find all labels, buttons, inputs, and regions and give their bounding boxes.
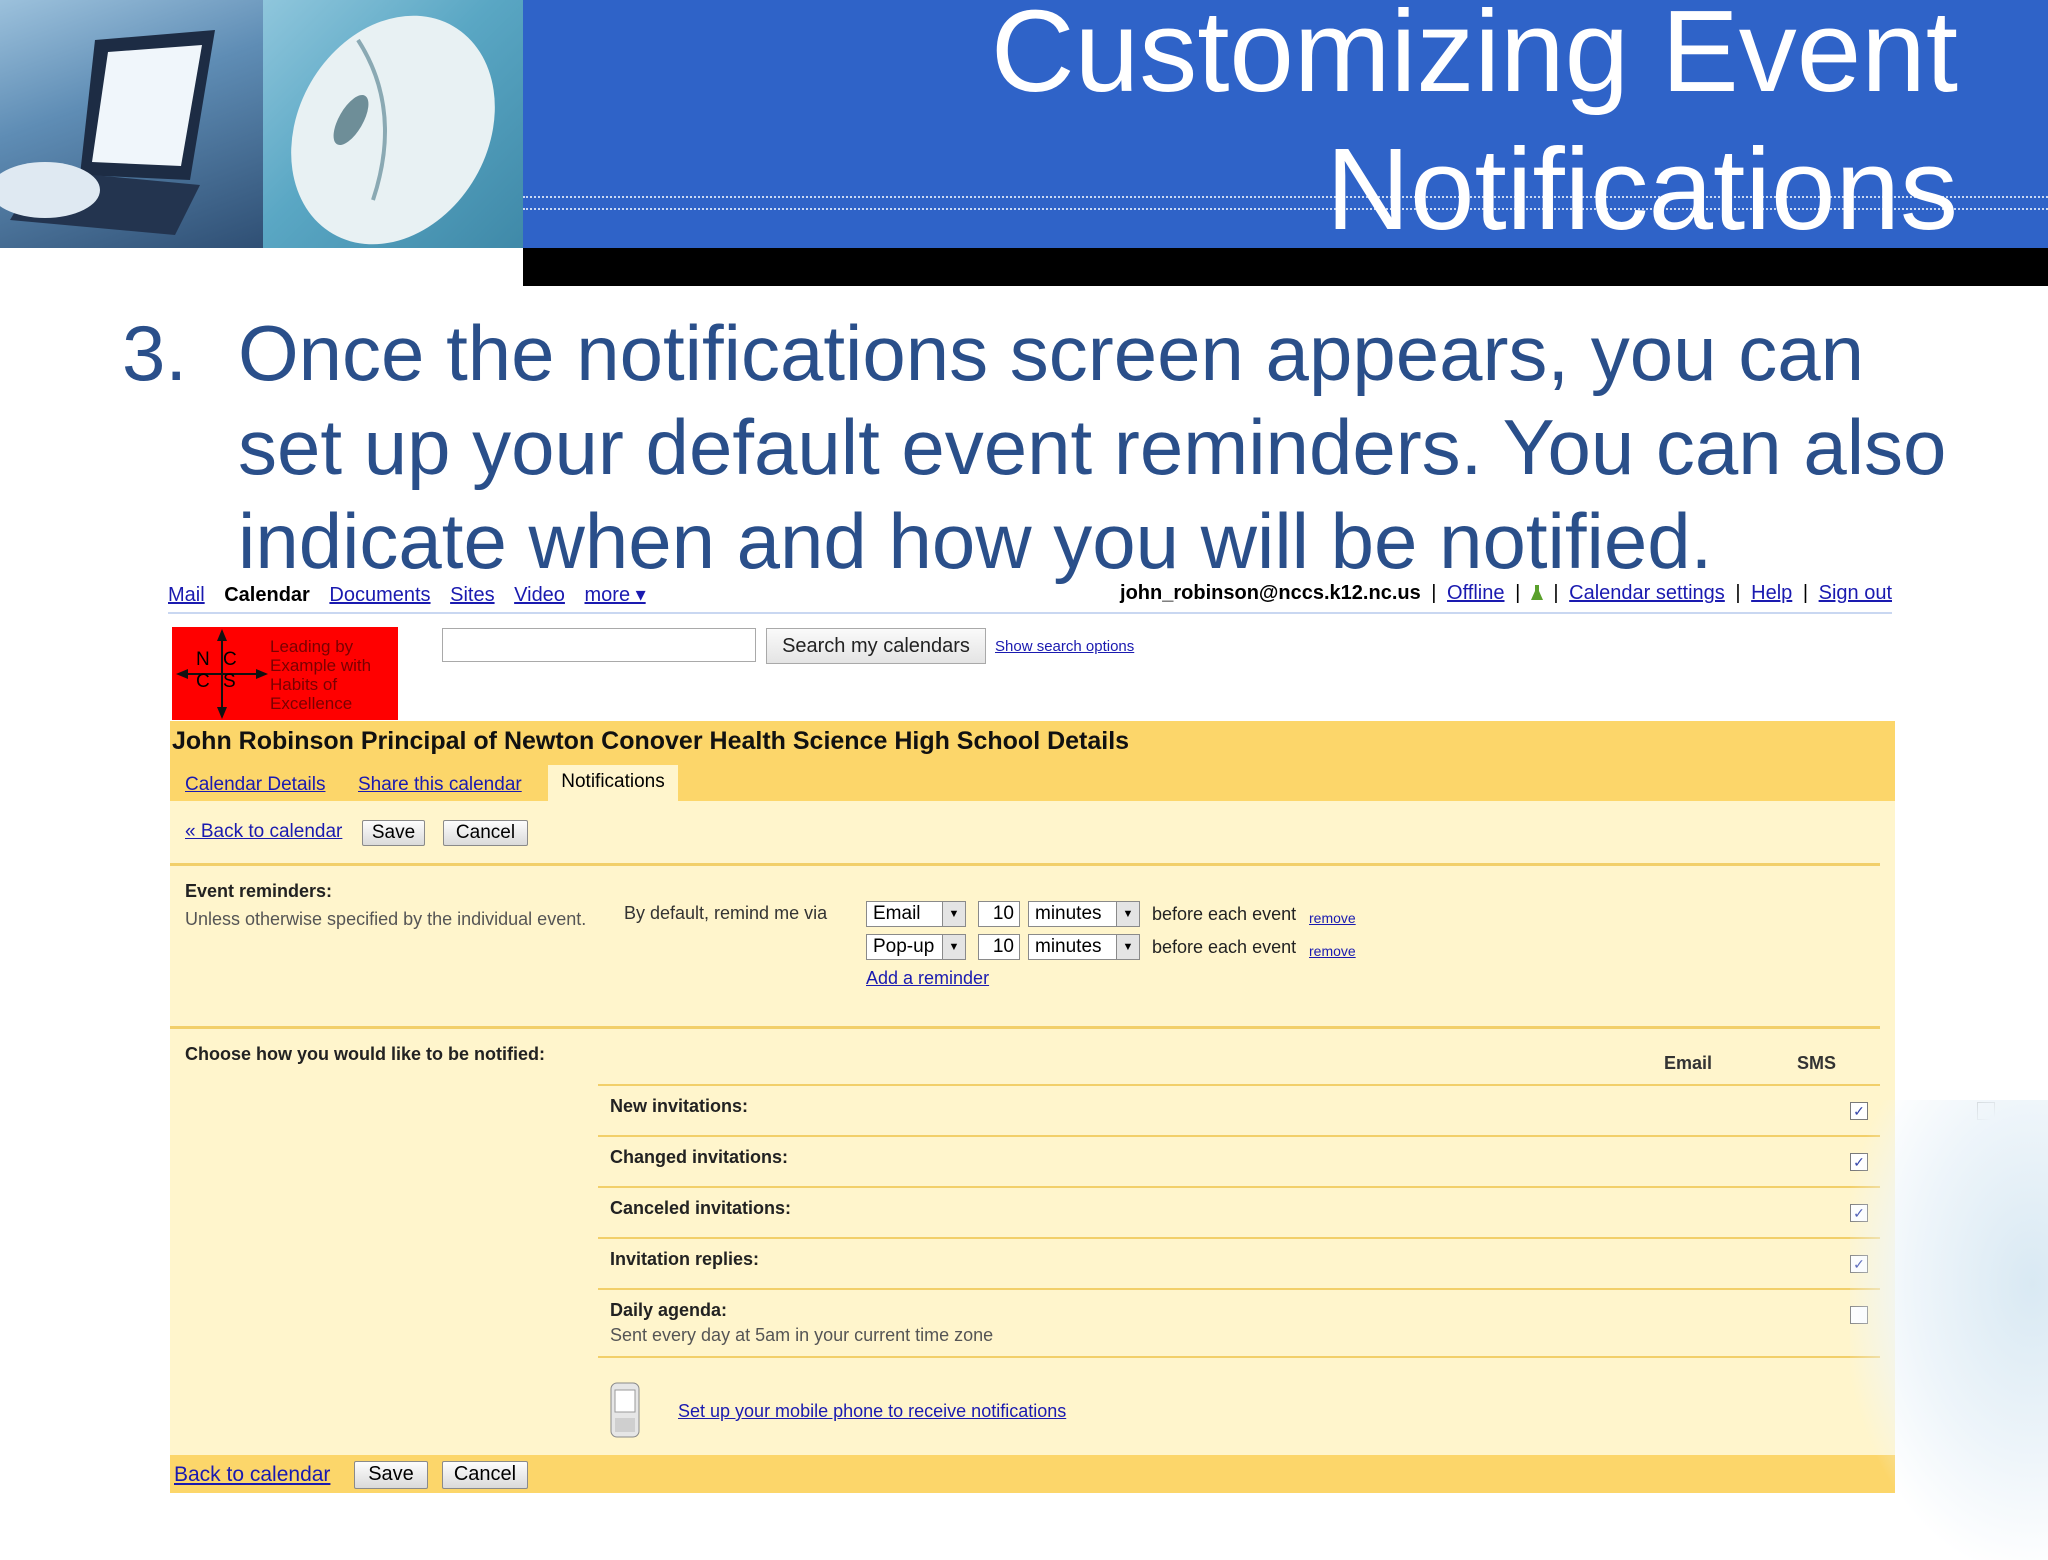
- gbar-calendar-current: Calendar: [224, 584, 310, 606]
- reminder-unit-select[interactable]: minutes ▼: [1028, 934, 1140, 960]
- reminder-method-select[interactable]: Email ▼: [866, 901, 966, 927]
- reminder-unit-value: minutes: [1035, 903, 1102, 924]
- back-to-calendar-link[interactable]: Back to calendar: [174, 1463, 330, 1487]
- dropdown-arrow-icon: ▼: [942, 935, 965, 959]
- logo-tagline: Leading by Example with Habits of Excell…: [270, 637, 372, 713]
- offline-link[interactable]: Offline: [1447, 582, 1504, 604]
- separator: |: [1802, 582, 1809, 604]
- logo-letters: N C C S: [196, 649, 243, 692]
- product-links: Mail Calendar Documents Sites Video more…: [168, 582, 660, 607]
- mouse-illustration: [291, 15, 495, 245]
- slide-title-line2: Notifications: [1326, 124, 1958, 254]
- tab-share-calendar[interactable]: Share this calendar: [358, 771, 522, 801]
- tab-calendar-details[interactable]: Calendar Details: [185, 771, 325, 801]
- notification-method-heading: Choose how you would like to be notified…: [185, 1044, 545, 1064]
- default-remind-label: By default, remind me via: [624, 903, 828, 923]
- notification-row-changed-invitations: Changed invitations: ✓: [598, 1135, 1995, 1185]
- calendar-search-input[interactable]: [442, 628, 756, 662]
- slide-title-line1: Customizing Event: [990, 0, 1958, 116]
- school-logo[interactable]: N C C S Leading by Example with Habits o…: [172, 627, 398, 720]
- sms-column-header: SMS: [1797, 1053, 1837, 1073]
- separator: |: [1553, 582, 1559, 604]
- reminder-amount-input[interactable]: 10: [978, 901, 1020, 927]
- section-divider: [170, 1026, 1880, 1029]
- gbar-documents-link[interactable]: Documents: [329, 584, 430, 606]
- notification-label: Daily agenda:: [610, 1300, 728, 1320]
- event-reminders-subtext: Unless otherwise specified by the indivi…: [185, 909, 587, 929]
- setup-mobile-phone-link[interactable]: Set up your mobile phone to receive noti…: [678, 1401, 1066, 1422]
- notifications-panel: John Robinson Principal of Newton Conove…: [170, 721, 1995, 1493]
- laptop-illustration: [0, 30, 215, 235]
- background-swirl: [1850, 1100, 2048, 1560]
- mobile-phone-icon: [610, 1382, 640, 1438]
- reminder-unit-value: minutes: [1035, 936, 1102, 957]
- calendar-title: John Robinson Principal of Newton Conove…: [172, 727, 1130, 755]
- slide-title: Customizing Event Notifications: [758, 0, 1958, 258]
- event-reminders-heading: Event reminders:: [185, 881, 333, 901]
- reminder-suffix: before each event: [1152, 937, 1297, 957]
- back-to-calendar-link[interactable]: « Back to calendar: [185, 821, 342, 843]
- google-bar: Mail Calendar Documents Sites Video more…: [168, 578, 1892, 614]
- separator: |: [1515, 582, 1521, 604]
- notification-label: Canceled invitations:: [610, 1198, 792, 1218]
- bullet-number: 3.: [122, 309, 188, 397]
- gbar-mail-link[interactable]: Mail: [168, 584, 205, 606]
- cancel-button[interactable]: Cancel: [443, 820, 528, 846]
- labs-flask-icon[interactable]: [1530, 584, 1543, 600]
- notification-label: Changed invitations:: [610, 1147, 789, 1167]
- cancel-button[interactable]: Cancel: [442, 1461, 528, 1489]
- mouse-photo: [263, 0, 523, 248]
- gbar-sites-link[interactable]: Sites: [450, 584, 494, 606]
- separator: |: [1431, 582, 1437, 604]
- calendar-settings-link[interactable]: Calendar settings: [1569, 582, 1725, 604]
- notification-row-daily-agenda: Daily agenda: Sent every day at 5am in y…: [598, 1288, 1880, 1358]
- gbar-video-link[interactable]: Video: [514, 584, 565, 606]
- show-search-options-link[interactable]: Show search options: [995, 638, 1134, 655]
- panel-footer: Back to calendar Save Cancel: [170, 1455, 1895, 1493]
- panel-header: John Robinson Principal of Newton Conove…: [170, 721, 1895, 801]
- gbar-more-menu[interactable]: more ▾: [585, 584, 646, 606]
- notification-row-canceled-invitations: Canceled invitations: ✓: [598, 1186, 1995, 1236]
- bullet-text: Once the notifications screen appears, y…: [238, 309, 1947, 585]
- dropdown-arrow-icon: ▼: [1116, 935, 1139, 959]
- notification-label: Invitation replies:: [610, 1249, 760, 1269]
- section-divider: [170, 863, 1880, 866]
- sign-out-link[interactable]: Sign out: [1819, 582, 1892, 604]
- search-my-calendars-button[interactable]: Search my calendars: [766, 628, 986, 664]
- header-photo: [0, 0, 523, 248]
- add-reminder-link[interactable]: Add a reminder: [866, 968, 989, 989]
- reminder-method-select[interactable]: Pop-up ▼: [866, 934, 966, 960]
- notification-row-invitation-replies: Invitation replies: ✓: [598, 1237, 1995, 1287]
- dropdown-arrow-icon: ▼: [942, 902, 965, 926]
- remove-reminder-link[interactable]: remove: [1309, 943, 1356, 959]
- account-links: john_robinson@nccs.k12.nc.us | Offline |…: [1120, 582, 1892, 605]
- user-email: john_robinson@nccs.k12.nc.us: [1120, 582, 1421, 604]
- save-button[interactable]: Save: [362, 820, 425, 846]
- reminder-unit-select[interactable]: minutes ▼: [1028, 901, 1140, 927]
- dropdown-arrow-icon: ▼: [1116, 902, 1139, 926]
- reminder-method-value: Pop-up: [873, 936, 935, 957]
- save-button[interactable]: Save: [354, 1461, 428, 1489]
- help-link[interactable]: Help: [1751, 582, 1792, 604]
- reminder-suffix: before each event: [1152, 904, 1297, 924]
- notification-row-new-invitations: New invitations: ✓: [598, 1084, 1995, 1134]
- remove-reminder-link[interactable]: remove: [1309, 910, 1356, 926]
- reminder-method-value: Email: [873, 903, 921, 924]
- reminder-amount-input[interactable]: 10: [978, 934, 1020, 960]
- tab-notifications[interactable]: Notifications: [548, 765, 678, 801]
- notification-sublabel: Sent every day at 5am in your current ti…: [610, 1325, 994, 1345]
- notification-label: New invitations:: [610, 1096, 749, 1116]
- laptop-photo: [0, 0, 263, 248]
- separator: |: [1735, 582, 1741, 604]
- email-column-header: Email: [1664, 1053, 1713, 1073]
